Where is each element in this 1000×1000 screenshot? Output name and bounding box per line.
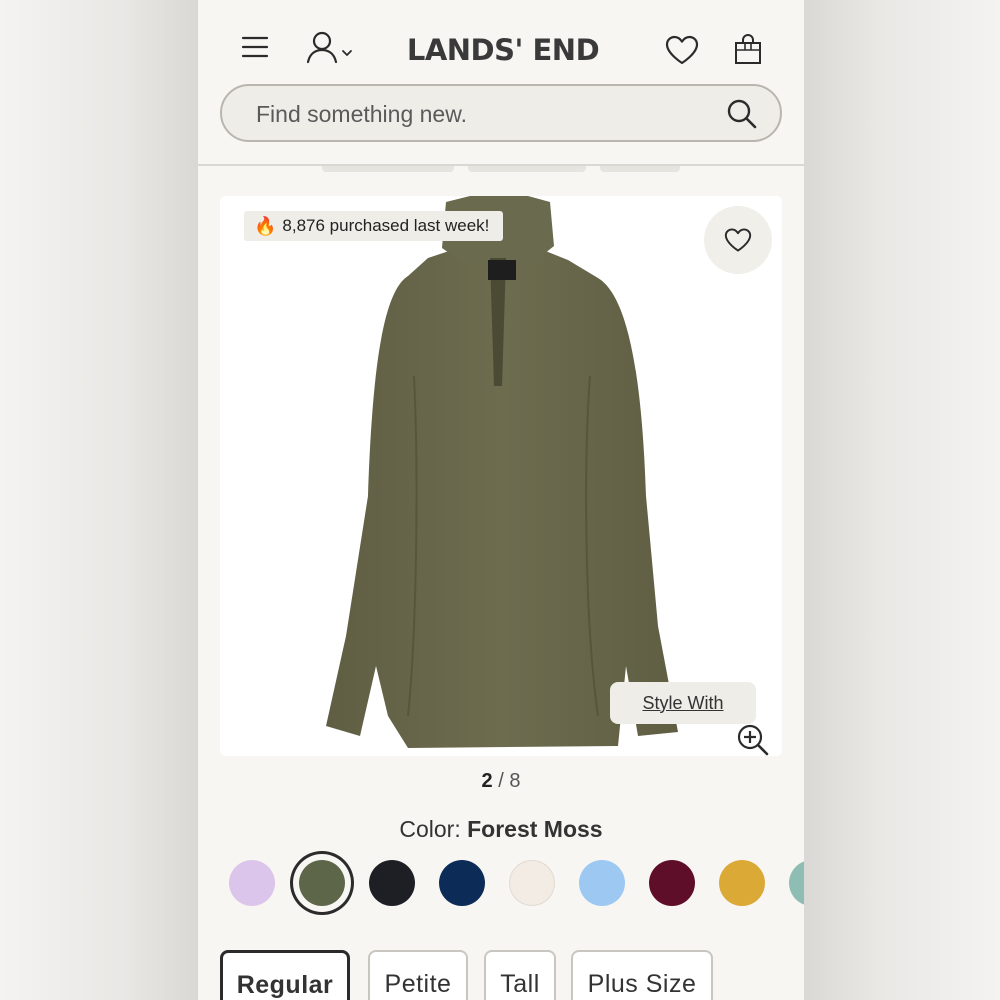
- search-input[interactable]: [256, 98, 696, 130]
- category-pill[interactable]: [600, 166, 680, 172]
- account-button[interactable]: [302, 28, 358, 68]
- style-with-button[interactable]: Style With: [610, 682, 756, 724]
- pager-total: 8: [509, 770, 521, 792]
- purchase-count-badge: 🔥 8,876 purchased last week!: [244, 211, 504, 241]
- product-image-card[interactable]: 🔥 8,876 purchased last week! Style With: [220, 196, 782, 756]
- color-label: Color: Forest Moss: [198, 816, 804, 843]
- search-bar: [220, 84, 782, 142]
- hamburger-icon[interactable]: [236, 28, 274, 66]
- shopping-bag-icon[interactable]: [726, 28, 770, 72]
- color-swatch-forest-moss[interactable]: [299, 860, 345, 906]
- selected-color-name: Forest Moss: [467, 816, 603, 842]
- product-image: [326, 196, 678, 748]
- category-pill[interactable]: [468, 166, 586, 172]
- wishlist-heart-icon[interactable]: [660, 28, 704, 72]
- pager-separator: /: [498, 770, 504, 792]
- color-swatch-black[interactable]: [369, 860, 415, 906]
- user-icon: [306, 31, 352, 64]
- search-icon[interactable]: [724, 96, 760, 132]
- pager-current: 2: [481, 770, 493, 792]
- garment-label: [488, 260, 516, 280]
- fire-icon: 🔥: [254, 215, 277, 236]
- color-swatch-gold[interactable]: [719, 860, 765, 906]
- badge-text: 8,876 purchased last week!: [282, 216, 490, 235]
- color-swatch-burgundy[interactable]: [649, 860, 695, 906]
- color-swatch-ivory[interactable]: [509, 860, 555, 906]
- fit-option-petite[interactable]: Petite: [368, 950, 468, 1000]
- color-swatch-navy[interactable]: [439, 860, 485, 906]
- color-swatch-teal[interactable]: [789, 860, 804, 906]
- color-swatch-lavender[interactable]: [229, 860, 275, 906]
- favorite-heart-icon[interactable]: [704, 206, 772, 274]
- category-pill[interactable]: [322, 166, 454, 172]
- color-swatch-light-blue[interactable]: [579, 860, 625, 906]
- color-label-prefix: Color:: [399, 816, 461, 842]
- header: LANDS' END: [198, 0, 804, 80]
- fit-option-tall[interactable]: Tall: [484, 950, 556, 1000]
- image-pager: 2 / 8: [198, 770, 804, 793]
- product-page: LANDS' END Find something new. 🔥 8,876 p…: [198, 0, 804, 1000]
- brand-logo[interactable]: LANDS' END: [388, 28, 618, 72]
- zoom-in-icon[interactable]: [734, 721, 772, 756]
- fit-option-regular[interactable]: Regular: [220, 950, 350, 1000]
- fit-option-plus-size[interactable]: Plus Size: [571, 950, 713, 1000]
